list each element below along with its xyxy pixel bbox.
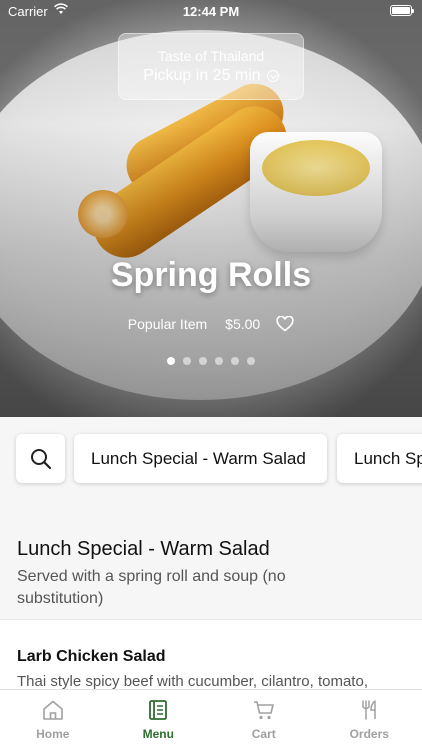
- tab-orders[interactable]: Orders: [317, 690, 422, 750]
- menu-item-description: Thai style spicy beef with cucumber, cil…: [17, 673, 368, 689]
- pickup-eta: Pickup in 25 min: [143, 67, 261, 84]
- carousel-dot[interactable]: [167, 357, 175, 365]
- status-bar: Carrier 12:44 PM: [0, 0, 422, 22]
- heart-icon[interactable]: [276, 316, 294, 332]
- search-button[interactable]: [16, 434, 65, 483]
- tab-label: Orders: [349, 727, 389, 741]
- carousel-dot[interactable]: [247, 357, 255, 365]
- carousel-dot[interactable]: [215, 357, 223, 365]
- carousel-dot[interactable]: [231, 357, 239, 365]
- featured-item-title: Spring Rolls: [110, 256, 312, 294]
- chevron-down-icon: [266, 70, 279, 82]
- carousel-pagination[interactable]: [0, 357, 422, 365]
- menu-section-header: Lunch Special - Warm Salad Served with a…: [0, 502, 422, 619]
- category-chip[interactable]: Lunch Special - Curry: [337, 434, 422, 483]
- menu-item-name: Larb Chicken Salad: [17, 648, 166, 665]
- tab-label: Menu: [142, 727, 174, 741]
- restaurant-name: Taste of Thailand: [157, 48, 265, 64]
- section-description: Served with a spring roll and soup (no s…: [17, 568, 286, 607]
- battery-icon: [390, 5, 414, 16]
- category-chip[interactable]: Lunch Special - Warm Salad: [74, 434, 327, 483]
- menu-item[interactable]: Larb Chicken Salad Thai style spicy beef…: [0, 619, 422, 689]
- tab-label: Cart: [251, 727, 276, 741]
- location-selector[interactable]: Taste of Thailand Pickup in 25 min: [118, 33, 304, 100]
- tab-cart[interactable]: Cart: [211, 690, 317, 750]
- search-icon: [31, 449, 52, 470]
- clock: 12:44 PM: [182, 4, 240, 19]
- fork-knife-icon: [362, 700, 376, 720]
- category-bar[interactable]: Lunch Special - Warm Salad Lunch Special…: [0, 417, 422, 502]
- hero-banner[interactable]: Carrier 12:44 PM Taste of Thailand Picku…: [0, 0, 422, 417]
- home-icon: [42, 700, 63, 720]
- cart-icon: [253, 701, 274, 720]
- carousel-dot[interactable]: [199, 357, 207, 365]
- tab-home[interactable]: Home: [0, 690, 106, 750]
- section-title: Lunch Special - Warm Salad: [17, 538, 270, 560]
- featured-item-price: $5.00: [225, 316, 261, 332]
- menu-book-icon: [149, 700, 168, 720]
- popular-badge: Popular Item: [127, 316, 208, 332]
- tab-bar: Home Menu Cart Orders: [0, 689, 422, 750]
- tab-label: Home: [36, 727, 70, 741]
- tab-menu[interactable]: Menu: [106, 690, 212, 750]
- carousel-dot[interactable]: [183, 357, 191, 365]
